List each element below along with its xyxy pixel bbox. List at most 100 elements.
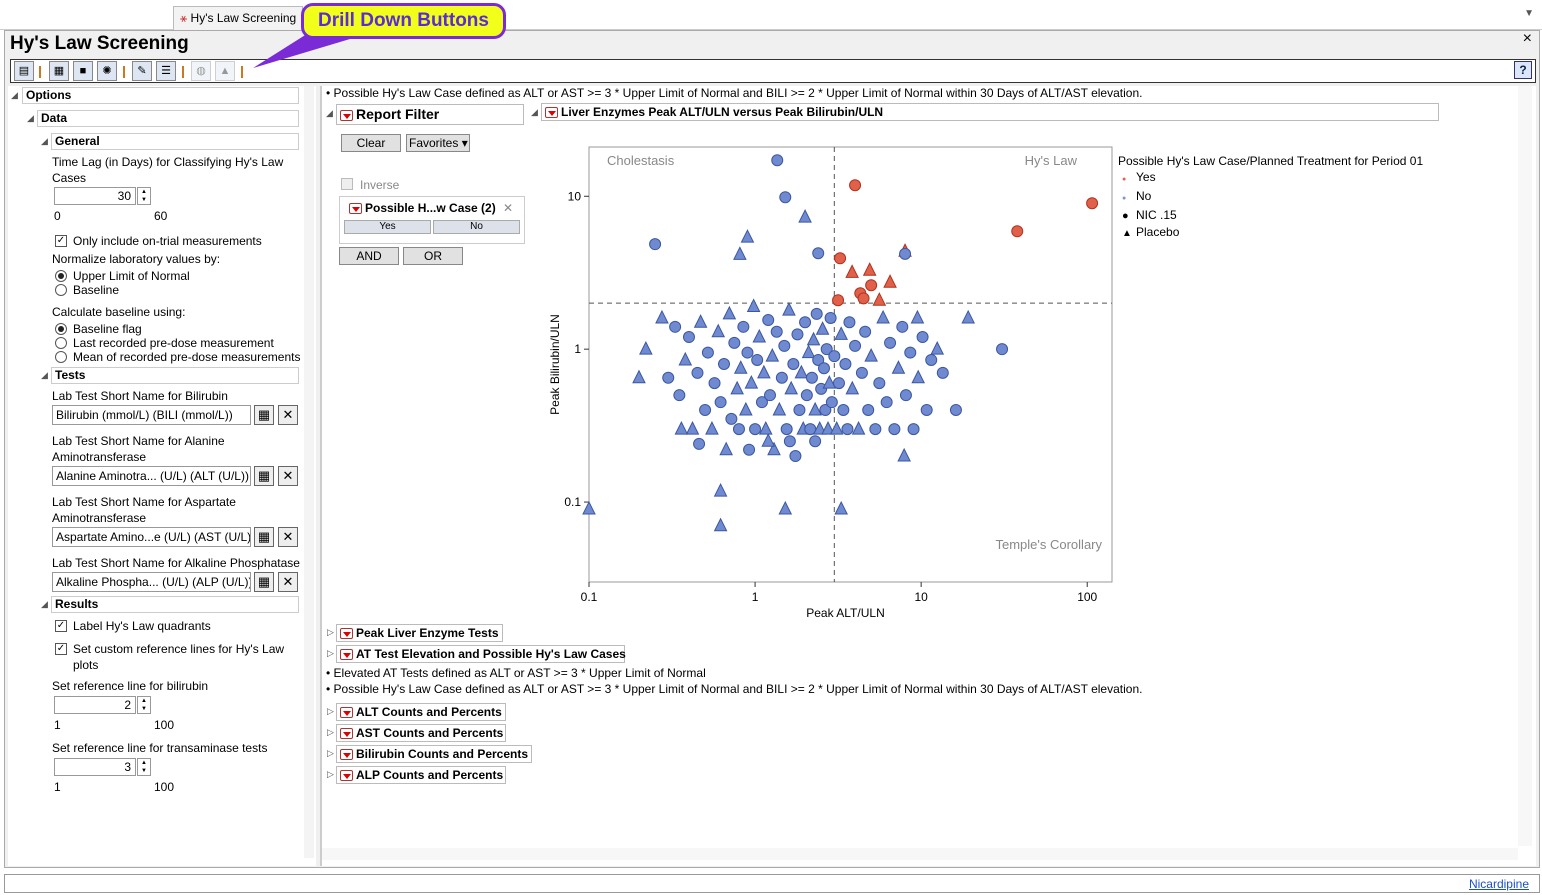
red-triangle-menu-icon[interactable] bbox=[340, 707, 353, 719]
disclosure-icon[interactable]: ◢ bbox=[531, 107, 538, 118]
red-triangle-menu-icon[interactable] bbox=[340, 649, 353, 661]
red-triangle-menu-icon[interactable] bbox=[340, 770, 353, 782]
disclosure-icon[interactable]: ▷ bbox=[327, 727, 334, 738]
custom-ref-checkbox[interactable]: ✓ bbox=[55, 643, 67, 655]
data-header[interactable]: Data bbox=[37, 110, 299, 127]
red-triangle-menu-icon[interactable] bbox=[545, 107, 558, 119]
open-data-table-icon[interactable]: ▤ bbox=[14, 61, 34, 81]
trans-ref-spinner[interactable]: ▲ ▼ bbox=[137, 758, 151, 776]
baseline-flag-radio[interactable] bbox=[55, 323, 67, 335]
remove-icon[interactable]: ✕ bbox=[278, 572, 298, 592]
data-point bbox=[873, 377, 886, 390]
section-header[interactable]: AST Counts and Percents bbox=[336, 724, 506, 742]
disclosure-icon[interactable]: ◢ bbox=[11, 90, 18, 101]
data-point bbox=[899, 389, 912, 402]
disclosure-icon[interactable]: ◢ bbox=[41, 136, 48, 147]
alt-field[interactable]: Alanine Aminotra... (U/L) (ALT (U/L)) bbox=[52, 466, 251, 486]
data-point bbox=[732, 423, 745, 436]
red-triangle-menu-icon[interactable] bbox=[340, 749, 353, 761]
remove-icon[interactable]: ✕ bbox=[278, 405, 298, 425]
patient-profile-icon[interactable]: ■ bbox=[73, 61, 93, 81]
section-header[interactable]: ALP Counts and Percents bbox=[336, 766, 506, 784]
add-column-icon[interactable]: ▦ bbox=[254, 466, 274, 486]
and-button[interactable]: AND bbox=[339, 247, 399, 265]
legend-item[interactable]: ● No bbox=[1118, 188, 1423, 207]
inverse-checkbox[interactable] bbox=[341, 178, 353, 190]
legend-marker-icon: ● bbox=[1122, 176, 1127, 183]
bili-ref-spinner[interactable]: ▲ ▼ bbox=[137, 696, 151, 714]
legend-item[interactable]: ▲ Placebo bbox=[1118, 224, 1423, 242]
data-point bbox=[817, 362, 830, 375]
disclosure-icon[interactable]: ◢ bbox=[41, 599, 48, 610]
subset-rows-icon[interactable]: ▦ bbox=[49, 61, 69, 81]
or-button[interactable]: OR bbox=[403, 247, 463, 265]
legend-item[interactable]: ● Yes bbox=[1118, 169, 1423, 188]
disclosure-icon[interactable]: ◢ bbox=[27, 113, 34, 124]
disclosure-icon[interactable]: ▷ bbox=[327, 627, 334, 638]
red-triangle-menu-icon[interactable] bbox=[340, 728, 353, 740]
plot-header[interactable]: Liver Enzymes Peak ALT/ULN versus Peak B… bbox=[541, 103, 1439, 121]
mean-predose-radio[interactable] bbox=[55, 351, 67, 363]
add-column-icon[interactable]: ▦ bbox=[254, 572, 274, 592]
bili-field[interactable]: Bilirubin (mmol/L) (BILI (mmol/L)) bbox=[52, 405, 251, 425]
help-button[interactable]: ? bbox=[1514, 61, 1532, 79]
y-tick-label: 0.1 bbox=[564, 495, 581, 509]
data-point bbox=[751, 353, 764, 366]
remove-icon[interactable]: ✕ bbox=[278, 466, 298, 486]
time-lag-input[interactable]: 30 bbox=[54, 187, 136, 205]
ast-field[interactable]: Aspartate Amino...e (U/L) (AST (U/L)) bbox=[52, 527, 251, 547]
add-column-icon[interactable]: ▦ bbox=[254, 527, 274, 547]
options-scrollbar[interactable] bbox=[304, 86, 314, 858]
normalize-baseline-radio[interactable] bbox=[55, 284, 67, 296]
section-header[interactable]: ALT Counts and Percents bbox=[336, 703, 506, 721]
normalize-uln-radio[interactable] bbox=[55, 270, 67, 282]
red-triangle-menu-icon[interactable] bbox=[340, 628, 353, 640]
remove-filter-icon[interactable]: ✕ bbox=[503, 201, 513, 215]
data-point bbox=[728, 336, 741, 349]
view-comments-icon[interactable]: ☰ bbox=[156, 61, 176, 81]
horizontal-scrollbar[interactable] bbox=[322, 848, 1518, 860]
section-header[interactable]: AT Test Elevation and Possible Hy's Law … bbox=[336, 645, 626, 663]
close-button[interactable]: × bbox=[1523, 30, 1532, 48]
disclosure-icon[interactable]: ▷ bbox=[327, 769, 334, 780]
filter-yes-button[interactable]: Yes bbox=[344, 220, 431, 234]
general-header[interactable]: General bbox=[51, 133, 299, 150]
clear-button[interactable]: Clear bbox=[341, 134, 401, 152]
only-on-trial-checkbox[interactable]: ✓ bbox=[55, 235, 67, 247]
nicardipine-link[interactable]: Nicardipine bbox=[1469, 877, 1529, 891]
remove-icon[interactable]: ✕ bbox=[278, 527, 298, 547]
disclosure-icon[interactable]: ◢ bbox=[326, 108, 333, 119]
bili-ref-input[interactable]: 2 bbox=[54, 696, 136, 714]
filter-no-button[interactable]: No bbox=[433, 220, 520, 234]
section-title: ALT Counts and Percents bbox=[356, 705, 502, 719]
disclosure-icon[interactable]: ▷ bbox=[327, 648, 334, 659]
filter-globe-icon[interactable]: ◍ bbox=[191, 61, 211, 81]
chart-view-icon[interactable]: ▲ bbox=[215, 61, 235, 81]
disclosure-icon[interactable]: ▷ bbox=[327, 706, 334, 717]
tab-menu-dropdown[interactable]: ▼ bbox=[1524, 8, 1534, 19]
x-tick-label: 1 bbox=[752, 590, 759, 604]
section-header[interactable]: Bilirubin Counts and Percents bbox=[336, 745, 532, 763]
alp-field[interactable]: Alkaline Phospha... (U/L) (ALP (U/L)) bbox=[52, 572, 251, 592]
section-header[interactable]: Peak Liver Enzyme Tests bbox=[336, 624, 503, 642]
inverse-label: Inverse bbox=[360, 178, 400, 192]
red-triangle-menu-icon[interactable] bbox=[340, 109, 353, 121]
cluster-icon[interactable]: ✺ bbox=[97, 61, 117, 81]
alt-label: Lab Test Short Name for Alanine Aminotra… bbox=[52, 434, 225, 464]
tests-header[interactable]: Tests bbox=[51, 367, 299, 384]
last-predose-radio[interactable] bbox=[55, 337, 67, 349]
options-header[interactable]: Options bbox=[22, 87, 299, 104]
add-review-comment-icon[interactable]: ✎ bbox=[132, 61, 152, 81]
report-filter-header[interactable]: Report Filter bbox=[336, 104, 524, 125]
results-header[interactable]: Results bbox=[51, 596, 299, 613]
red-triangle-menu-icon[interactable] bbox=[349, 203, 362, 215]
favorites-button[interactable]: Favorites ▾ bbox=[406, 134, 470, 152]
vertical-scrollbar[interactable] bbox=[1518, 86, 1532, 846]
time-lag-spinner[interactable]: ▲ ▼ bbox=[137, 187, 151, 205]
disclosure-icon[interactable]: ▷ bbox=[327, 748, 334, 759]
label-quadrants-checkbox[interactable]: ✓ bbox=[55, 620, 67, 632]
legend-item[interactable]: ● NIC .15 bbox=[1118, 207, 1423, 224]
disclosure-icon[interactable]: ◢ bbox=[41, 370, 48, 381]
add-column-icon[interactable]: ▦ bbox=[254, 405, 274, 425]
trans-ref-input[interactable]: 3 bbox=[54, 758, 136, 776]
